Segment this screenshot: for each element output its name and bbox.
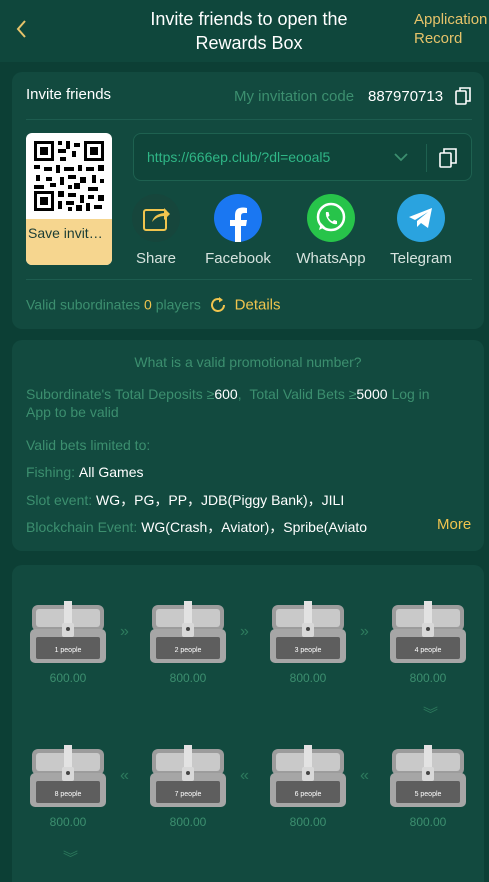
valid-subordinates-unit: players (155, 296, 201, 313)
invitation-code-value: 887970713 (368, 88, 444, 105)
arrow-left-icon: « (360, 767, 369, 784)
rules-card: What is a valid promotional number? Subo… (12, 340, 484, 551)
chest-label: 4 people (415, 647, 442, 654)
fishing-label: Fishing: (26, 464, 76, 480)
save-invitation-button[interactable]: Save invitation... (26, 219, 112, 265)
login-note-line: App to be valid (26, 404, 119, 420)
refresh-icon[interactable] (209, 296, 227, 314)
login-note: Log in (391, 386, 430, 402)
more-link[interactable]: More (437, 516, 471, 533)
share-label: Share (135, 250, 177, 267)
reward-chest[interactable]: 8 people (26, 743, 110, 811)
whatsapp-share-button[interactable]: WhatsApp (296, 194, 366, 267)
arrow-right-icon: » (360, 623, 369, 640)
arrow-down-icon: ︾ (423, 706, 439, 723)
invite-card: Invite friends My invitation code 887970… (12, 72, 484, 329)
divider (426, 144, 427, 172)
reward-chest[interactable]: 4 people (386, 599, 470, 667)
slot-value: WG，PG，PP，JDB(Piggy Bank)，JILI (96, 492, 345, 508)
qr-code-icon (32, 139, 106, 213)
chest-amount: 800.00 (289, 815, 327, 829)
arrow-down-icon: ︾ (63, 850, 79, 867)
copy-icon[interactable] (455, 87, 471, 105)
facebook-share-button[interactable]: Facebook (203, 194, 273, 267)
reward-chest[interactable]: 7 people (146, 743, 230, 811)
reward-chest[interactable]: 6 people (266, 743, 350, 811)
arrow-left-icon: « (240, 767, 249, 784)
slot-label: Slot event: (26, 492, 93, 508)
share-button[interactable]: Share (121, 194, 191, 267)
valid-subordinates-count: 0 (144, 296, 152, 313)
deposit-rule: Subordinate's Total Deposits ≥600, Total… (26, 386, 430, 402)
chevron-left-icon (16, 20, 26, 38)
facebook-label: Facebook (205, 250, 271, 267)
chest-amount: 800.00 (409, 671, 447, 685)
chest-label: 6 people (295, 791, 322, 798)
telegram-share-button[interactable]: Telegram (386, 194, 456, 267)
reward-chests-card: 1 people 600.00 2 people 800.00 3 people 800.… (12, 565, 484, 882)
copy-url-icon[interactable] (439, 148, 457, 168)
chest-label: 7 people (175, 791, 202, 798)
bets-value: 5000 (356, 386, 388, 402)
details-link[interactable]: Details (235, 297, 281, 314)
chevron-down-icon[interactable] (392, 149, 410, 165)
chest-amount: 800.00 (169, 815, 207, 829)
chest-label: 8 people (55, 791, 82, 798)
page-title: Invite friends to open the Rewards Box (150, 9, 348, 53)
reward-chest[interactable]: 1 people (26, 599, 110, 667)
chest-amount: 800.00 (289, 671, 327, 685)
bets-label: Total Valid Bets ≥ (249, 386, 357, 402)
chest-amount: 600.00 (49, 671, 87, 685)
chest-label: 5 people (415, 791, 442, 798)
divider (26, 279, 472, 280)
invite-title: Invite friends (26, 86, 112, 103)
divider (26, 119, 472, 120)
invite-url-field[interactable]: https://666ep.club/?dl=eooal5 (133, 133, 472, 181)
invitation-code-label: My invitation code (234, 88, 355, 105)
valid-number-question: What is a valid promotional number? (134, 354, 362, 370)
fishing-value: All Games (78, 464, 144, 480)
reward-chest[interactable]: 5 people (386, 743, 470, 811)
blockchain-rule: Blockchain Event: WG(Crash，Aviator)，Spri… (26, 517, 431, 537)
invite-url-text: https://666ep.club/?dl=eooal5 (147, 149, 331, 165)
whatsapp-label: WhatsApp (296, 250, 366, 267)
application-record-link[interactable]: Application Record (414, 10, 488, 48)
valid-bets-limited-label: Valid bets limited to: (26, 437, 151, 453)
facebook-icon (230, 207, 247, 242)
arrow-right-icon: » (120, 623, 129, 640)
valid-subordinates-label: Valid subordinates (26, 296, 141, 313)
page-header: Invite friends to open the Rewards Box A… (0, 0, 489, 62)
chest-amount: 800.00 (49, 815, 87, 829)
blockchain-label: Blockchain Event: (26, 519, 138, 535)
chest-label: 2 people (175, 647, 202, 654)
reward-chest[interactable]: 3 people (266, 599, 350, 667)
arrow-left-icon: « (120, 767, 129, 784)
arrow-right-icon: » (240, 623, 249, 640)
qr-code-card[interactable]: Save invitation... (26, 133, 112, 265)
telegram-icon (409, 208, 432, 228)
chest-amount: 800.00 (169, 671, 207, 685)
chest-amount: 800.00 (409, 815, 447, 829)
fishing-rule: Fishing: All Games (26, 464, 144, 480)
valid-subordinates-row: Valid subordinates 0 players Details (26, 296, 281, 316)
deposit-value: 600 (214, 386, 238, 402)
slot-rule: Slot event: WG，PG，PP，JDB(Piggy Bank)，JIL… (26, 490, 344, 510)
whatsapp-icon (316, 202, 346, 232)
blockchain-value: WG(Crash，Aviator)，Spribe(Aviato (141, 519, 368, 535)
back-button[interactable] (12, 16, 32, 42)
telegram-label: Telegram (390, 250, 452, 267)
reward-chest[interactable]: 2 people (146, 599, 230, 667)
chest-label: 1 people (55, 647, 82, 654)
share-icon (143, 208, 170, 231)
deposit-label: Subordinate's Total Deposits ≥ (26, 386, 215, 402)
chest-label: 3 people (295, 647, 322, 654)
